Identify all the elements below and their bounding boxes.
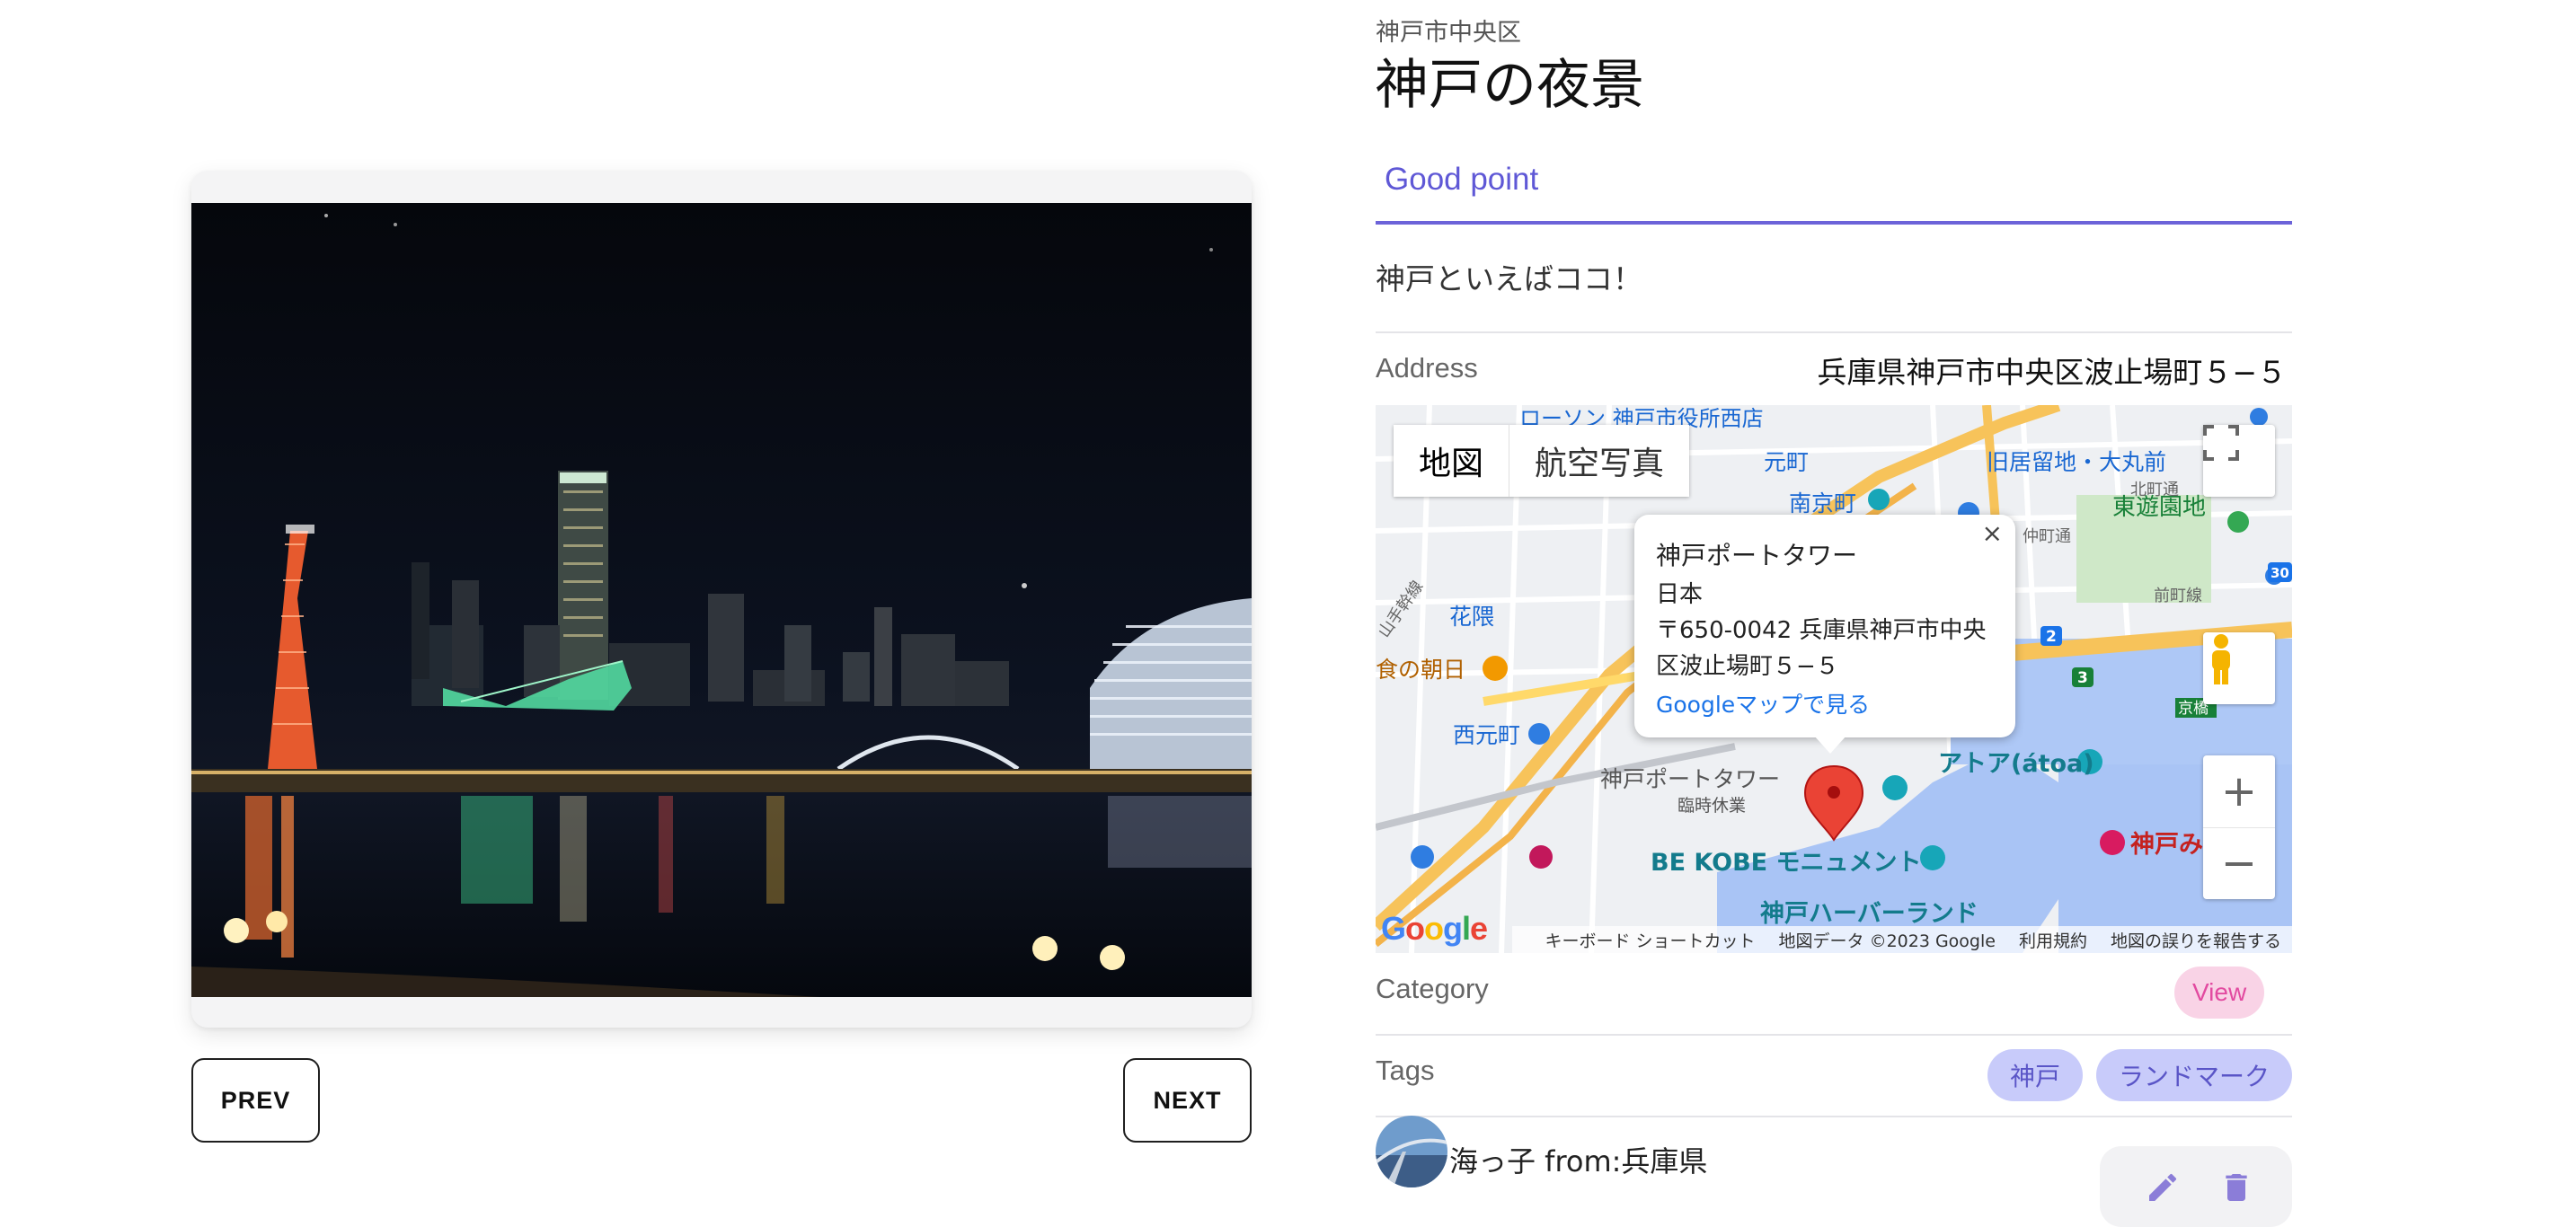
- spot-photo: [191, 203, 1252, 997]
- info-address-line1: 〒650-0042 兵庫県神戸市中央: [1656, 617, 1987, 644]
- terms-link[interactable]: 利用規約: [2019, 928, 2087, 952]
- fullscreen-button[interactable]: [2203, 425, 2275, 497]
- map-label-harborland: 神戸ハーバーランド: [1760, 900, 1978, 928]
- tab-good-point-label: Good point: [1385, 162, 1539, 197]
- next-button[interactable]: NEXT: [1123, 1058, 1252, 1143]
- divider: [1376, 331, 2292, 333]
- map-label-kitamachi: 北町通: [2130, 481, 2179, 499]
- map-type-map-button[interactable]: 地図: [1394, 425, 1509, 497]
- trash-icon[interactable]: [2218, 1170, 2254, 1205]
- route-2-label: 2: [2046, 628, 2057, 646]
- map-embed[interactable]: 2 3 30 元町 旧居留地・大丸前 南京町 花隈 西元町 ローソン 神戸市役所…: [1376, 405, 2292, 953]
- map-label-port-tower: 神戸ポートタワー: [1600, 766, 1780, 792]
- map-data-attribution: 地図データ ©2023 Google: [1778, 931, 1996, 951]
- spot-description: 神戸といえばココ！: [1376, 261, 1642, 296]
- divider: [1376, 1034, 2292, 1036]
- post-actions: [2100, 1146, 2292, 1227]
- map-label-nishi-motomachi: 西元町: [1453, 722, 1520, 748]
- close-icon[interactable]: ×: [1982, 518, 2003, 548]
- pencil-icon[interactable]: [2145, 1170, 2181, 1205]
- info-place-name: 神戸ポートタワー: [1656, 541, 1858, 570]
- route-30-label: 30: [2271, 565, 2289, 581]
- category-chip[interactable]: View: [2174, 967, 2265, 1019]
- map-label-kobe-mi: 神戸み: [2130, 831, 2203, 859]
- street-view-button[interactable]: [2203, 632, 2275, 704]
- fullscreen-icon: [2203, 425, 2239, 461]
- route-3-label: 3: [2077, 669, 2088, 687]
- tag-chip[interactable]: 神戸: [1987, 1049, 2083, 1101]
- user-name[interactable]: 海っ子 from:兵庫県: [1449, 1139, 1707, 1180]
- info-address-line2: 区波止場町５−５: [1656, 653, 1839, 680]
- user-avatar-image: [1376, 1116, 1447, 1187]
- category-label: Category: [1376, 973, 1489, 1004]
- address-label: Address: [1376, 352, 1478, 384]
- tab-good-point[interactable]: Good point: [1376, 144, 2292, 225]
- zoom-control: + −: [2203, 755, 2275, 899]
- map-label-rinji-kyugyo: 臨時休業: [1677, 796, 1746, 816]
- map-label-hanakuma: 花隈: [1449, 604, 1494, 630]
- page-title: 神戸の夜景: [1375, 54, 1644, 117]
- info-window-tail: [1814, 736, 1846, 754]
- map-label-atoa: アトア(átoa): [1938, 750, 2094, 778]
- map-label-maemachi: 前町線: [2154, 587, 2202, 605]
- tag-chip[interactable]: ランドマーク: [2096, 1049, 2292, 1101]
- divider: [1376, 1116, 2292, 1117]
- google-logo: Google: [1381, 910, 1488, 947]
- photo-card: [191, 171, 1252, 1028]
- map-label-kyu-kyoryuchi: 旧居留地・大丸前: [1987, 449, 2166, 475]
- info-country: 日本: [1656, 581, 1704, 608]
- keyboard-shortcuts-link[interactable]: キーボード ショートカット: [1545, 928, 1755, 952]
- map-type-toggle[interactable]: 地図 航空写真: [1394, 425, 1690, 497]
- map-label-asahi: 食の朝日: [1376, 657, 1465, 683]
- map-info-window: 神戸ポートタワー 日本 〒650-0042 兵庫県神戸市中央 区波止場町５−５ …: [1634, 515, 2015, 754]
- map-label-be-kobe: BE KOBE モニュメント: [1651, 849, 1922, 877]
- street-view-pegman-icon: [2212, 634, 2230, 684]
- address-value: 兵庫県神戸市中央区波止場町５−５: [1817, 355, 2287, 390]
- map-label-nakamachi: 仲町通: [2023, 527, 2071, 546]
- zoom-out-button[interactable]: −: [2203, 828, 2275, 900]
- open-in-google-maps-link[interactable]: Googleマップで見る: [1656, 687, 1870, 719]
- avatar[interactable]: [1376, 1116, 1447, 1187]
- prev-button[interactable]: PREV: [191, 1058, 320, 1143]
- zoom-in-button[interactable]: +: [2203, 755, 2275, 828]
- tags-label: Tags: [1376, 1055, 1435, 1086]
- map-label-motomachi: 元町: [1764, 449, 1809, 475]
- map-type-satellite-button[interactable]: 航空写真: [1509, 425, 1689, 497]
- report-error-link[interactable]: 地図の誤りを報告する: [2111, 928, 2281, 952]
- map-label-nankinmachi: 南京町: [1789, 490, 1856, 516]
- map-footer: キーボード ショートカット 地図データ ©2023 Google 利用規約 地図…: [1376, 926, 2292, 953]
